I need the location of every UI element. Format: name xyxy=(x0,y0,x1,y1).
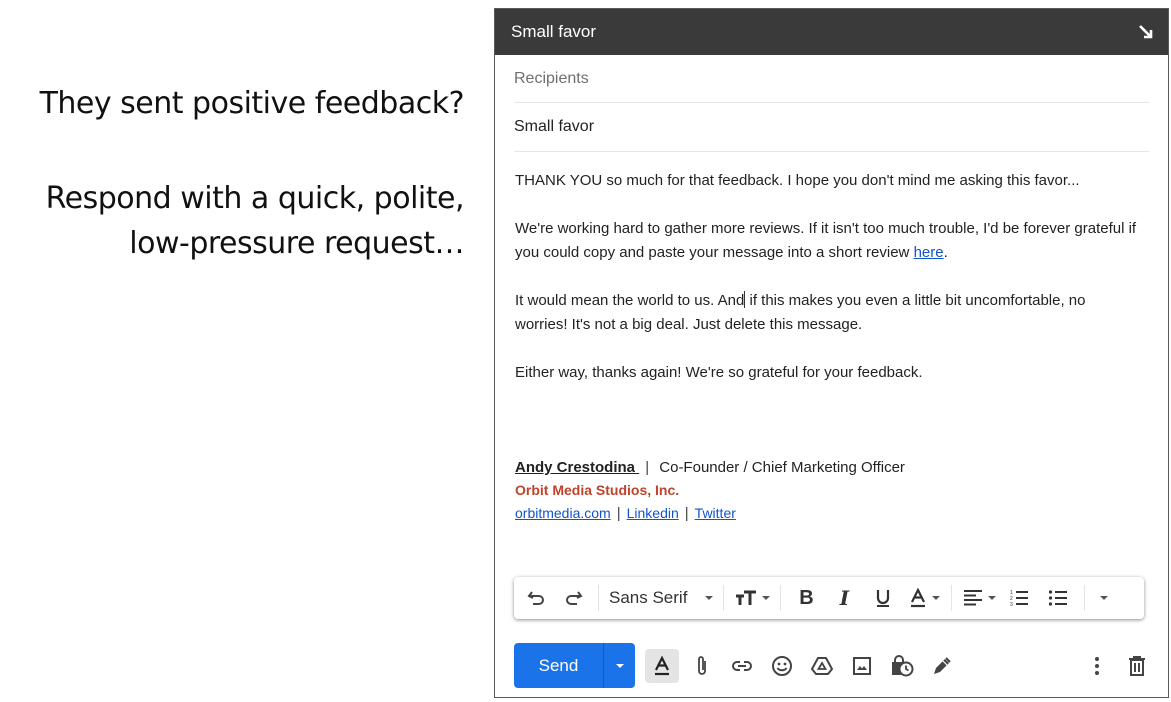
subject-field[interactable]: Small favor xyxy=(514,103,1149,152)
body-paragraph: Either way, thanks again! We're so grate… xyxy=(515,364,923,381)
google-drive-button[interactable] xyxy=(805,649,839,683)
bulleted-list-icon xyxy=(1049,590,1068,606)
text-color-icon xyxy=(910,588,925,608)
trash-icon xyxy=(1129,655,1145,676)
chevron-down-icon xyxy=(615,663,624,668)
text-color-button[interactable] xyxy=(903,582,945,614)
send-options-button[interactable] xyxy=(603,643,635,688)
email-signature: Andy Crestodina | Co-Founder / Chief Mar… xyxy=(515,456,905,525)
signature-links: orbitmedia.com | Linkedin | Twitter xyxy=(515,502,905,525)
message-body[interactable]: THANK YOU so much for that feedback. I h… xyxy=(515,169,1140,409)
slide-caption-question: They sent positive feedback? xyxy=(39,86,465,121)
font-family-value: Sans Serif xyxy=(609,588,688,607)
redo-icon xyxy=(566,591,583,605)
body-paragraph: THANK YOU so much for that feedback. I h… xyxy=(515,172,1080,189)
bold-button[interactable]: B xyxy=(787,582,825,614)
more-vert-icon xyxy=(1095,656,1099,675)
lock-clock-icon xyxy=(892,654,914,676)
emoji-icon xyxy=(772,655,792,676)
svg-text:3: 3 xyxy=(1010,602,1013,607)
formatting-options-button[interactable] xyxy=(645,648,679,683)
numbered-list-button[interactable]: 123 xyxy=(1000,582,1038,614)
signature-title: Co-Founder / Chief Marketing Officer xyxy=(659,459,905,476)
chevron-down-icon xyxy=(987,596,996,600)
discard-draft-button[interactable] xyxy=(1120,649,1154,683)
website-link[interactable]: orbitmedia.com xyxy=(515,505,611,521)
chevron-down-icon xyxy=(705,596,714,600)
toolbar-divider xyxy=(951,585,953,611)
chevron-down-icon xyxy=(931,596,940,600)
subject-value: Small favor xyxy=(514,118,595,135)
more-formatting-button[interactable] xyxy=(1091,582,1117,614)
numbered-list-icon: 123 xyxy=(1010,590,1029,607)
bold-icon: B xyxy=(799,586,814,609)
paperclip-icon xyxy=(698,655,706,675)
formatting-toolbar: Sans Serif B I 123 xyxy=(514,577,1144,619)
chevron-down-icon xyxy=(761,596,770,600)
arrow-down-right-icon[interactable] xyxy=(1136,22,1156,42)
body-paragraph: We're working hard to gather more review… xyxy=(515,217,1140,265)
underline-button[interactable] xyxy=(863,582,903,614)
underline-icon xyxy=(877,590,890,607)
compose-action-bar: Send xyxy=(514,643,1154,688)
twitter-link[interactable]: Twitter xyxy=(695,505,736,521)
insert-signature-button[interactable] xyxy=(925,649,959,683)
slide-caption-advice: Respond with a quick, polite, low-pressu… xyxy=(45,176,465,266)
body-text: . xyxy=(943,244,948,261)
chevron-down-icon xyxy=(1100,596,1109,600)
undo-icon xyxy=(527,591,544,605)
body-text: It would mean the world to us. And xyxy=(515,292,745,309)
confidential-mode-button[interactable] xyxy=(885,649,919,683)
font-family-select[interactable]: Sans Serif xyxy=(605,582,717,614)
compose-title: Small favor xyxy=(511,22,597,41)
link-icon xyxy=(732,660,752,671)
text-size-button[interactable] xyxy=(730,582,774,614)
italic-button[interactable]: I xyxy=(825,582,863,614)
toolbar-divider xyxy=(723,585,725,611)
recipients-placeholder: Recipients xyxy=(514,69,589,87)
photo-icon xyxy=(853,656,871,675)
compose-window: Small favor Recipients Small favor THANK… xyxy=(494,8,1169,698)
link-separator: | xyxy=(616,505,621,522)
signature-name[interactable]: Andy Crestodina xyxy=(515,459,639,476)
send-button-group: Send xyxy=(514,643,635,688)
review-link[interactable]: here xyxy=(914,244,944,261)
pen-icon xyxy=(934,656,951,674)
bulleted-list-button[interactable] xyxy=(1038,582,1078,614)
insert-photo-button[interactable] xyxy=(845,649,879,683)
text-size-icon xyxy=(735,590,756,605)
body-paragraph: It would mean the world to us. And if th… xyxy=(515,289,1140,337)
toolbar-divider xyxy=(780,585,782,611)
compose-title-bar[interactable]: Small favor xyxy=(495,9,1168,55)
signature-line: Andy Crestodina | Co-Founder / Chief Mar… xyxy=(515,456,905,479)
attach-files-button[interactable] xyxy=(685,649,719,683)
linkedin-link[interactable]: Linkedin xyxy=(627,505,679,521)
undo-button[interactable] xyxy=(520,582,554,614)
redo-button[interactable] xyxy=(554,582,592,614)
recipients-field[interactable]: Recipients xyxy=(514,55,1149,103)
italic-icon: I xyxy=(839,586,850,610)
body-text: We're working hard to gather more review… xyxy=(515,220,1137,261)
insert-link-button[interactable] xyxy=(725,649,759,683)
link-separator: | xyxy=(684,505,689,522)
send-button[interactable]: Send xyxy=(514,643,603,688)
signature-company: Orbit Media Studios, Inc. xyxy=(515,482,680,498)
signature-separator: | xyxy=(645,459,650,476)
toolbar-divider xyxy=(1084,585,1086,611)
insert-emoji-button[interactable] xyxy=(765,649,799,683)
more-options-button[interactable] xyxy=(1080,649,1114,683)
text-format-icon xyxy=(655,655,669,675)
caption-line: low-pressure request… xyxy=(129,226,464,261)
align-left-icon xyxy=(963,590,982,606)
drive-icon xyxy=(811,656,833,675)
toolbar-divider xyxy=(598,585,599,611)
align-button[interactable] xyxy=(958,582,1000,614)
caption-line: Respond with a quick, polite, xyxy=(45,181,465,216)
